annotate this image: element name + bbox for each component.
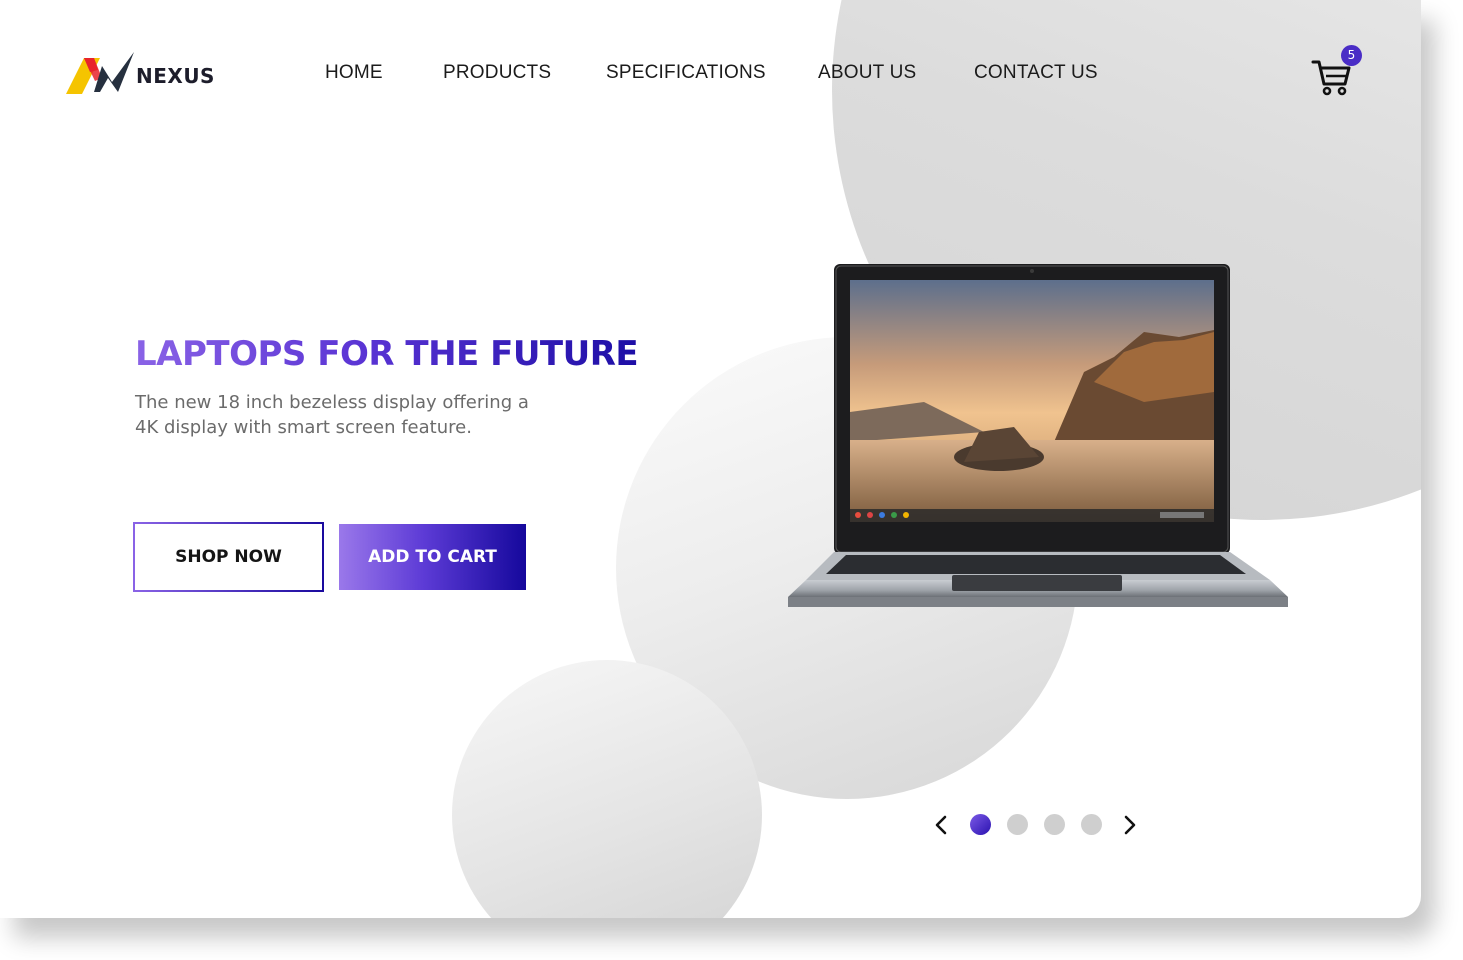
chevron-left-icon[interactable] (928, 812, 954, 838)
slider-controls (928, 810, 1148, 840)
brand-logo[interactable]: NEXUS (64, 48, 224, 100)
chevron-right-icon[interactable] (1117, 812, 1143, 838)
slide-dot-1[interactable] (970, 814, 991, 835)
slide-dot-2[interactable] (1007, 814, 1028, 835)
hero-title: LAPTOPS FOR THE FUTURE (135, 334, 639, 374)
nav-products[interactable]: PRODUCTS (443, 62, 551, 84)
cart-count-badge: 5 (1341, 45, 1362, 66)
slide-dot-3[interactable] (1044, 814, 1065, 835)
brand-name: NEXUS (136, 64, 215, 88)
nav-specifications[interactable]: SPECIFICATIONS (606, 62, 766, 84)
add-to-cart-button[interactable]: ADD TO CART (339, 524, 526, 590)
nav-about-us[interactable]: ABOUT US (818, 62, 916, 84)
landing-page-card: NEXUS HOME PRODUCTS SPECIFICATIONS ABOUT… (0, 0, 1421, 918)
shop-now-button[interactable]: SHOP NOW (133, 522, 324, 592)
nav-contact-us[interactable]: CONTACT US (974, 62, 1098, 84)
cart-button[interactable]: 5 (1310, 45, 1366, 96)
nexus-n-logo-icon (66, 52, 134, 94)
hero-description: The new 18 inch bezeless display offerin… (135, 392, 529, 438)
laptop-product-image (788, 264, 1288, 607)
slide-dot-4[interactable] (1081, 814, 1102, 835)
nav-home[interactable]: HOME (325, 62, 383, 84)
